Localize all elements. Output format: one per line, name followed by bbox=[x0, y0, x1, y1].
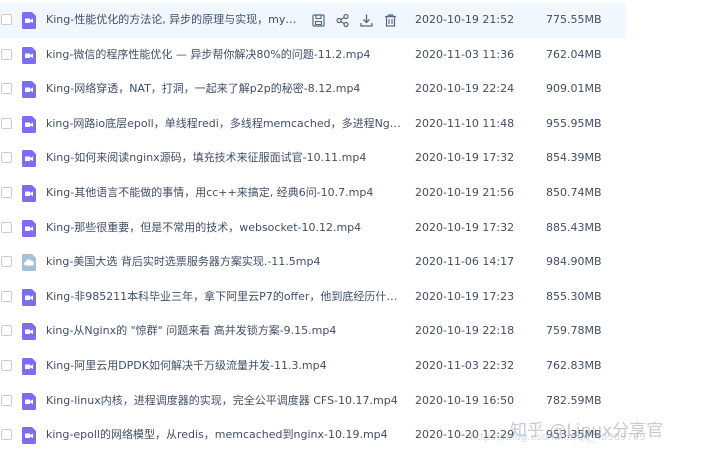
file-size: 782.59MB bbox=[546, 393, 602, 407]
video-icon bbox=[22, 184, 36, 202]
file-row[interactable]: king-微信的程序性能优化 — 异步帮你解决80%的问题-11.2.mp4 20… bbox=[0, 38, 720, 73]
delete-icon[interactable] bbox=[383, 13, 398, 28]
file-name[interactable]: King-那些很重要，但是不常用的技术，websocket-10.12.mp4 bbox=[46, 211, 402, 246]
file-date: 2020-10-19 21:52 bbox=[415, 13, 515, 26]
file-size: 855.30MB bbox=[546, 289, 602, 303]
share-icon[interactable] bbox=[335, 13, 350, 28]
file-name[interactable]: King-性能优化的方法论, 异步的原理与实现，mysql,... bbox=[46, 3, 302, 38]
download-icon[interactable] bbox=[359, 13, 374, 28]
file-name[interactable]: King-网络穿透，NAT，打洞，一起来了解p2p的秘密-8.12.mp4 bbox=[46, 72, 402, 107]
file-size: 759.78MB bbox=[546, 324, 602, 338]
cloud-file-icon bbox=[22, 254, 36, 272]
video-icon bbox=[22, 427, 36, 445]
file-checkbox[interactable] bbox=[1, 48, 12, 60]
file-name[interactable]: king-epoll的网络模型，从redis，memcached到nginx-1… bbox=[46, 418, 402, 453]
file-name[interactable]: King-如何来阅读nginx源码，填充技术来征服面试官-10.11.mp4 bbox=[46, 141, 402, 176]
save-icon[interactable] bbox=[311, 13, 326, 28]
file-name[interactable]: King-非985211本科毕业三年，拿下阿里云P7的offer，他到底经历什么… bbox=[46, 280, 402, 315]
file-size: 885.43MB bbox=[546, 220, 602, 234]
file-row[interactable]: king-从Nginx的 "惊群" 问题来看 高并发锁方案-9.15.mp4 20… bbox=[0, 314, 720, 349]
file-checkbox[interactable] bbox=[1, 83, 12, 95]
file-size: 909.01MB bbox=[546, 82, 602, 96]
file-date: 2020-10-19 22:24 bbox=[415, 82, 515, 96]
row-toolbar bbox=[311, 13, 398, 28]
file-row[interactable]: King-阿里云用DPDK如何解决千万级流量并发-11.3.mp4 2020-11… bbox=[0, 349, 720, 384]
file-row[interactable]: king-美国大选 背后实时选票服务器方案实现.-11.5mp4 2020-11-… bbox=[0, 245, 720, 280]
file-checkbox[interactable] bbox=[1, 152, 12, 164]
file-date: 2020-10-19 17:32 bbox=[415, 220, 515, 234]
file-row[interactable]: king-网路io底层epoll，单线程redi，多线程memcached，多进… bbox=[0, 107, 720, 142]
file-list: King-性能优化的方法论, 异步的原理与实现，mysql,... 2020-10… bbox=[0, 3, 720, 453]
video-icon bbox=[22, 219, 36, 237]
file-checkbox[interactable] bbox=[1, 429, 12, 441]
file-date: 2020-11-03 11:36 bbox=[415, 47, 515, 61]
video-icon bbox=[22, 323, 36, 341]
file-date: 2020-10-19 16:50 bbox=[415, 393, 515, 407]
file-checkbox[interactable] bbox=[1, 221, 12, 233]
file-date: 2020-10-19 17:32 bbox=[415, 151, 515, 165]
file-size: 775.55MB bbox=[546, 13, 602, 26]
file-date: 2020-10-19 17:23 bbox=[415, 289, 515, 303]
file-name[interactable]: king-网路io底层epoll，单线程redi，多线程memcached，多进… bbox=[46, 107, 402, 142]
file-checkbox[interactable] bbox=[1, 256, 12, 268]
file-name[interactable]: King-阿里云用DPDK如何解决千万级流量并发-11.3.mp4 bbox=[46, 349, 402, 384]
file-row[interactable]: King-linux内核，进程调度器的实现，完全公平调度器 CFS-10.17.… bbox=[0, 384, 720, 419]
file-row[interactable]: King-其他语言不能做的事情，用cc++来搞定, 经典6问-10.7.mp4 2… bbox=[0, 176, 720, 211]
video-icon bbox=[22, 288, 36, 306]
video-icon bbox=[22, 115, 36, 133]
file-size: 762.83MB bbox=[546, 358, 602, 372]
watermark-url: https://blog.csdn.net/qq_40989769 bbox=[470, 432, 646, 443]
file-name[interactable]: king-微信的程序性能优化 — 异步帮你解决80%的问题-11.2.mp4 bbox=[46, 38, 402, 73]
video-icon bbox=[22, 12, 36, 29]
video-icon bbox=[22, 392, 36, 410]
file-checkbox[interactable] bbox=[1, 325, 12, 337]
video-icon bbox=[22, 46, 36, 64]
file-size: 984.90MB bbox=[546, 255, 602, 269]
video-icon bbox=[22, 357, 36, 375]
file-checkbox[interactable] bbox=[1, 117, 12, 129]
file-date: 2020-10-19 21:56 bbox=[415, 185, 515, 199]
file-row[interactable]: King-如何来阅读nginx源码，填充技术来征服面试官-10.11.mp4 20… bbox=[0, 141, 720, 176]
file-size: 762.04MB bbox=[546, 47, 602, 61]
file-row[interactable]: King-网络穿透，NAT，打洞，一起来了解p2p的秘密-8.12.mp4 202… bbox=[0, 72, 720, 107]
file-size: 955.95MB bbox=[546, 116, 602, 130]
video-icon bbox=[22, 81, 36, 99]
file-row[interactable]: King-非985211本科毕业三年，拿下阿里云P7的offer，他到底经历什么… bbox=[0, 280, 720, 315]
file-checkbox[interactable] bbox=[1, 359, 12, 371]
file-date: 2020-11-06 14:17 bbox=[415, 255, 515, 269]
file-checkbox[interactable] bbox=[1, 394, 12, 406]
file-date: 2020-11-03 22:32 bbox=[415, 358, 515, 372]
file-size: 850.74MB bbox=[546, 185, 602, 199]
file-date: 2020-11-10 11:48 bbox=[415, 116, 515, 130]
file-name[interactable]: king-从Nginx的 "惊群" 问题来看 高并发锁方案-9.15.mp4 bbox=[46, 314, 402, 349]
file-size: 854.39MB bbox=[546, 151, 602, 165]
file-name[interactable]: King-其他语言不能做的事情，用cc++来搞定, 经典6问-10.7.mp4 bbox=[46, 176, 402, 211]
file-name[interactable]: king-美国大选 背后实时选票服务器方案实现.-11.5mp4 bbox=[46, 245, 402, 280]
video-icon bbox=[22, 150, 36, 168]
file-name[interactable]: King-linux内核，进程调度器的实现，完全公平调度器 CFS-10.17.… bbox=[46, 384, 402, 419]
file-row[interactable]: King-那些很重要，但是不常用的技术，websocket-10.12.mp4 2… bbox=[0, 211, 720, 246]
file-checkbox[interactable] bbox=[1, 186, 12, 198]
file-checkbox[interactable] bbox=[1, 14, 12, 25]
file-checkbox[interactable] bbox=[1, 290, 12, 302]
file-row[interactable]: King-性能优化的方法论, 异步的原理与实现，mysql,... 2020-10… bbox=[0, 3, 720, 38]
file-date: 2020-10-19 22:18 bbox=[415, 324, 515, 338]
